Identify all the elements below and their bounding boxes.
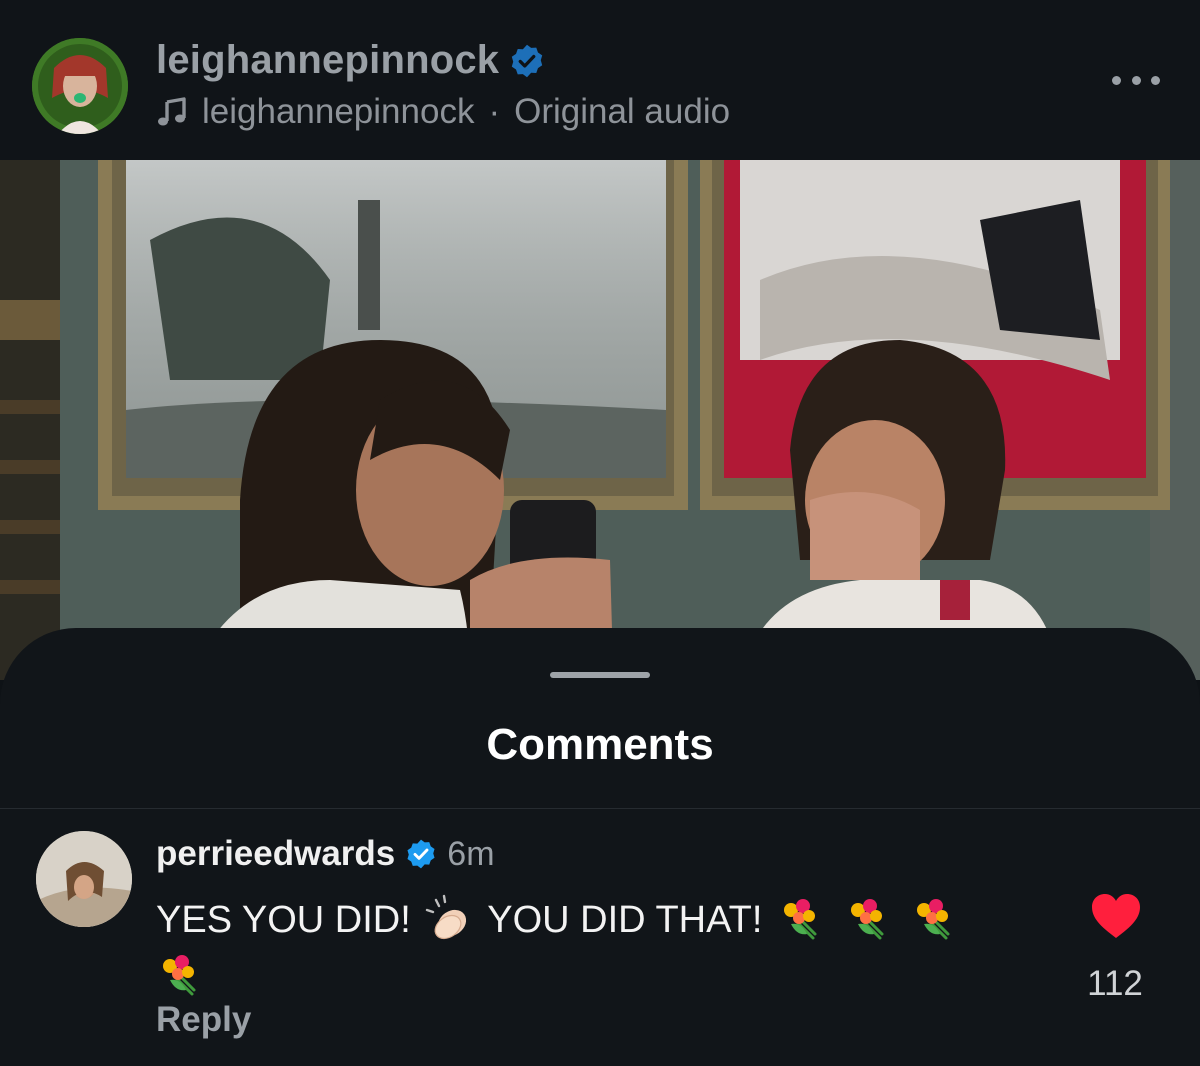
reel-screen: leighannepinnock leighannepinnock · Orig… [0, 0, 1200, 1066]
verified-badge-icon [407, 839, 435, 869]
more-dot [1131, 75, 1141, 85]
clapping-hands-emoji [426, 894, 467, 940]
reply-button[interactable]: Reply [156, 1000, 251, 1040]
heart-like-icon[interactable] [1090, 892, 1142, 940]
audio-attribution[interactable]: leighannepinnock · Original audio [156, 92, 730, 132]
comment-text-part2: YOU DID THAT! [487, 899, 763, 941]
comment-text: YES YOU DID! YOU DID THAT! [156, 892, 1036, 1004]
more-dot [1112, 75, 1121, 85]
bouquet-emoji [783, 899, 817, 940]
audio-title[interactable]: Original audio [514, 92, 730, 132]
poster-avatar[interactable] [32, 38, 128, 134]
video-frame [0, 160, 1200, 680]
divider [0, 808, 1200, 809]
commenter-username-row: perrieedwards 6m [156, 834, 495, 874]
music-note-icon [158, 97, 186, 126]
poster-username-text[interactable]: leighannepinnock [156, 38, 499, 83]
like-count: 112 [1087, 964, 1143, 1003]
video-player[interactable] [0, 160, 1200, 680]
bouquet-emoji [850, 899, 884, 940]
verified-badge-icon [512, 44, 543, 77]
comments-title: Comments [486, 720, 714, 769]
more-dot [1151, 75, 1160, 85]
comment-item: perrieedwards 6m YES YOU DID! YOU DID TH… [0, 828, 1200, 1066]
comments-sheet: Comments perrieedwards 6m YES YOU DID! Y… [0, 628, 1200, 1066]
more-options-icon[interactable] [1112, 64, 1160, 96]
commenter-username[interactable]: perrieedwards [156, 834, 395, 874]
sheet-grabber-handle[interactable] [550, 672, 650, 678]
bouquet-emoji [163, 955, 196, 996]
comment-timestamp: 6m [447, 834, 495, 873]
audio-author[interactable]: leighannepinnock [202, 92, 474, 132]
bouquet-emoji [917, 899, 950, 940]
post-header: leighannepinnock leighannepinnock · Orig… [0, 0, 1200, 160]
comment-text-part1: YES YOU DID! [156, 899, 411, 941]
poster-username[interactable]: leighannepinnock [156, 38, 545, 83]
audio-separator: · [488, 92, 501, 131]
commenter-avatar[interactable] [36, 831, 132, 927]
